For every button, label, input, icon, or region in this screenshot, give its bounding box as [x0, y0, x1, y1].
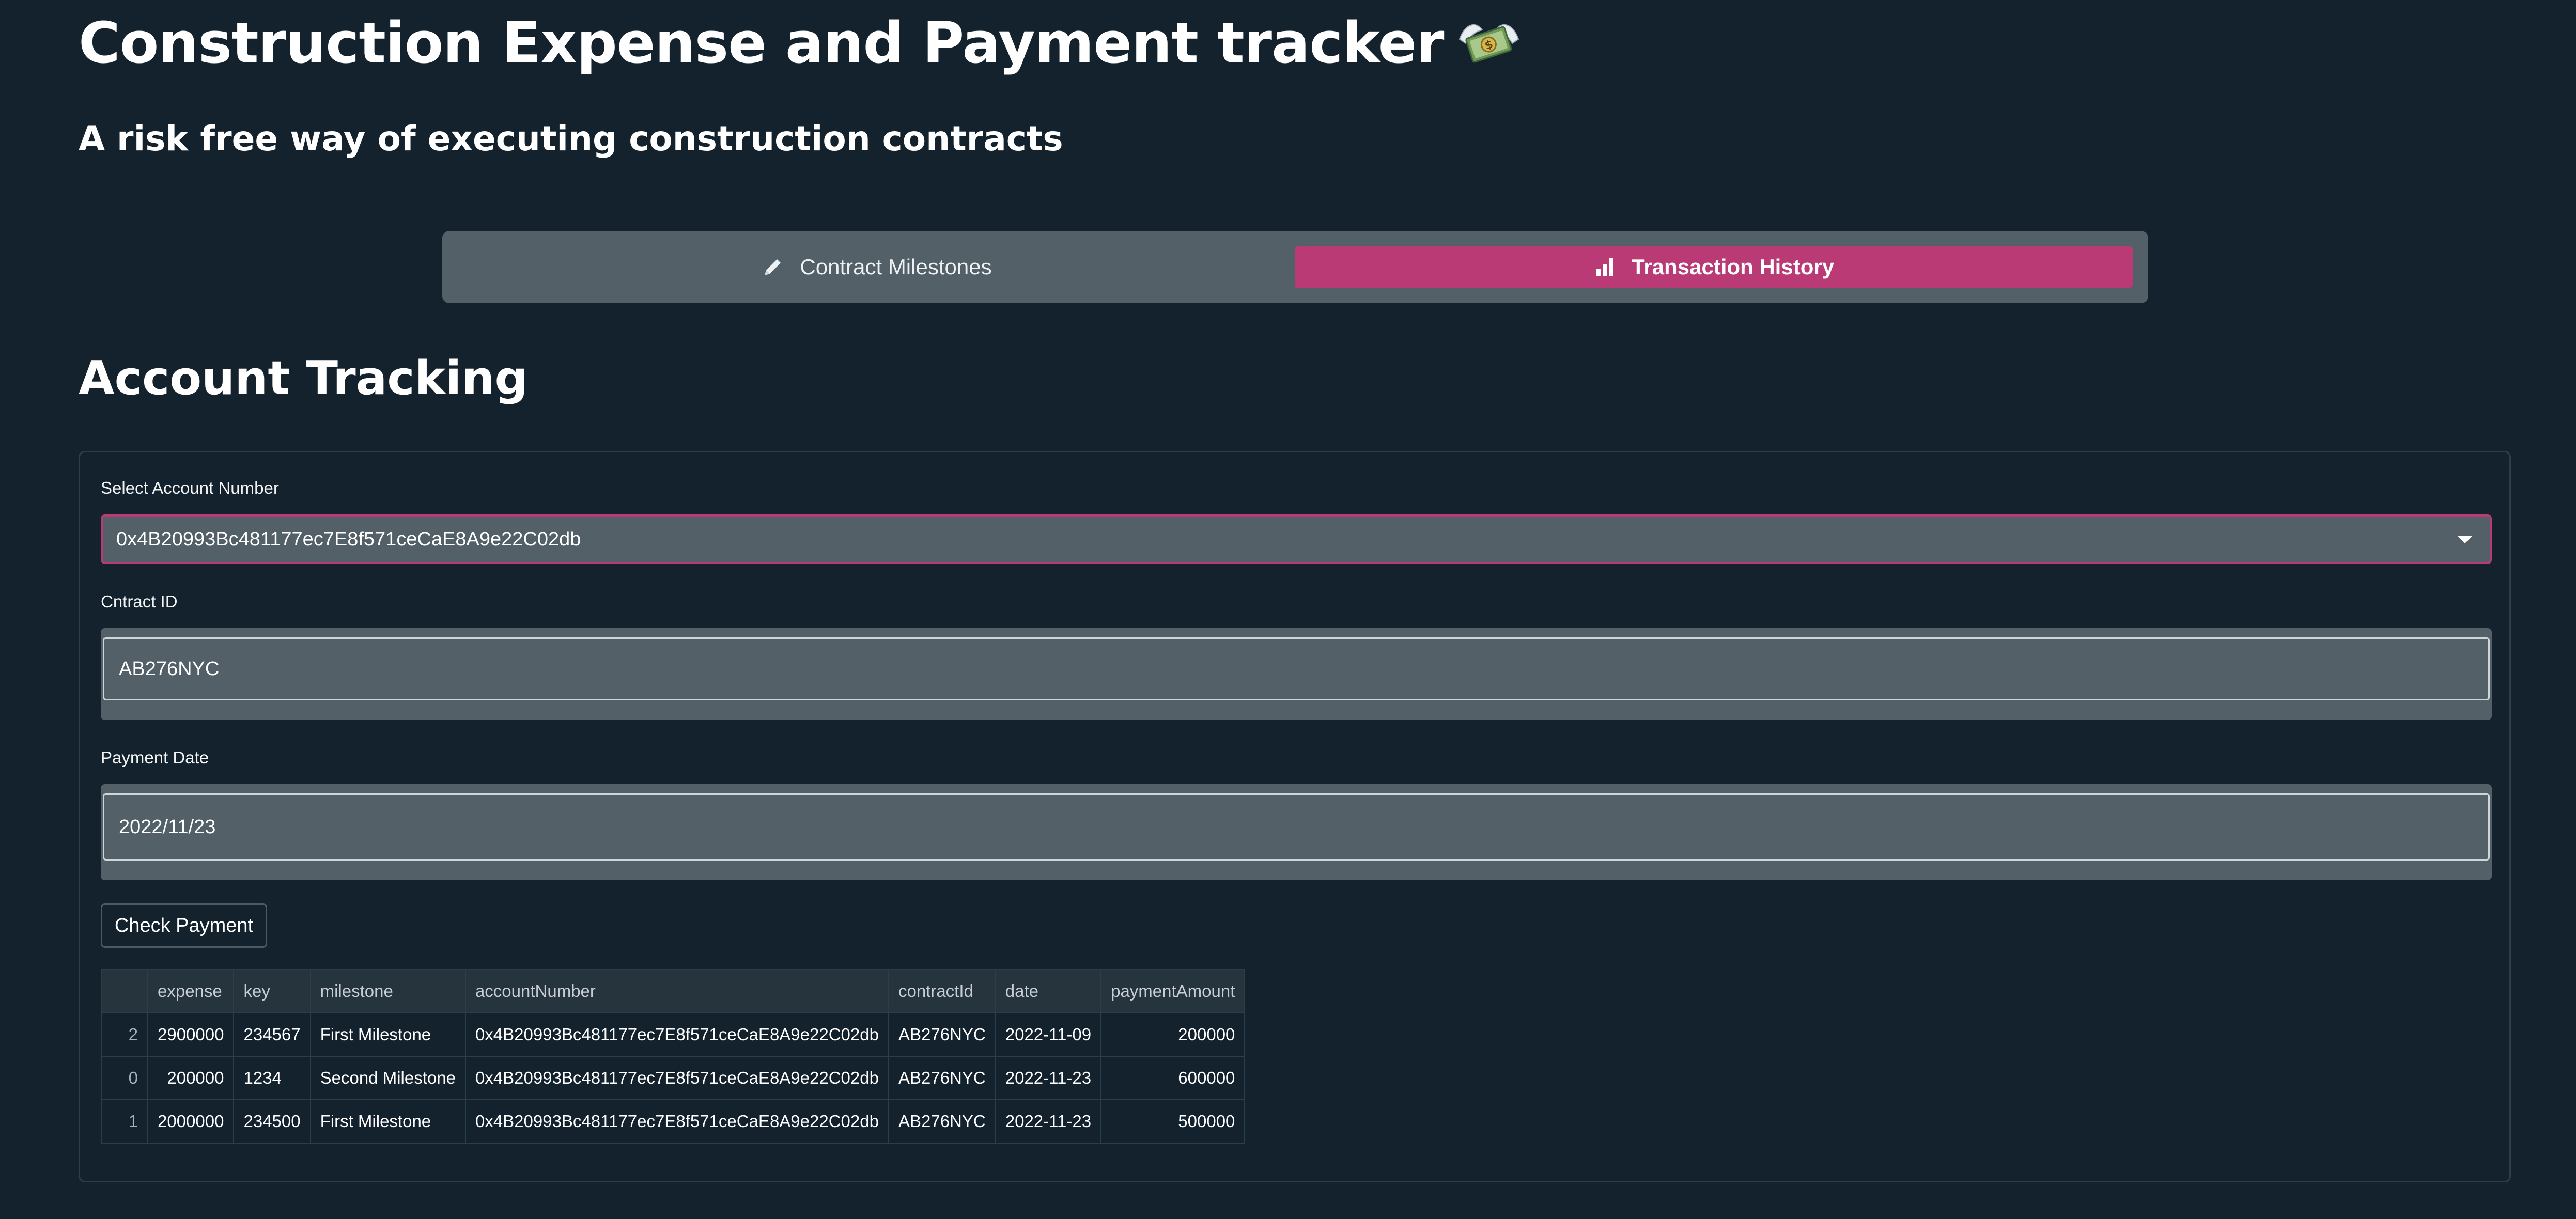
column-header-account-number[interactable]: accountNumber	[464, 969, 889, 1013]
key-cell: 234500	[233, 1099, 311, 1144]
column-header-payment-amount[interactable]: paymentAmount	[1100, 969, 1246, 1013]
payment-amount-cell: 500000	[1100, 1099, 1246, 1144]
payment-date-label: Payment Date	[101, 748, 209, 767]
table-row: 1 2000000 234500 First Milestone 0x4B209…	[101, 1099, 1246, 1144]
column-header-key[interactable]: key	[233, 969, 311, 1013]
page-title: Construction Expense and Payment tracker	[79, 10, 1445, 76]
column-header-index[interactable]	[101, 969, 148, 1013]
contract-id-input[interactable]	[103, 637, 2490, 700]
expense-cell: 2900000	[147, 1012, 235, 1057]
date-cell: 2022-11-23	[995, 1056, 1102, 1100]
contract-id-container	[101, 628, 2492, 720]
tab-label: Transaction History	[1631, 255, 1835, 279]
contract-id-cell: AB276NYC	[888, 1056, 996, 1100]
transactions-table: expense key milestone accountNumber cont…	[101, 969, 1246, 1144]
payment-amount-cell: 600000	[1100, 1056, 1246, 1100]
tab-bar: Contract Milestones Transaction History	[442, 231, 2148, 303]
tab-transaction-history[interactable]: Transaction History	[1295, 246, 2133, 288]
column-header-contract-id[interactable]: contractId	[888, 969, 996, 1013]
money-with-wings-icon: $	[1455, 9, 1523, 76]
tab-contract-milestones[interactable]: Contract Milestones	[459, 246, 1295, 288]
account-number-cell: 0x4B20993Bc481177ec7E8f571ceCaE8A9e22C02…	[464, 1012, 889, 1057]
row-index: 2	[101, 1012, 148, 1057]
pencil-icon	[762, 256, 784, 278]
contract-id-cell: AB276NYC	[888, 1012, 996, 1057]
page-header: Construction Expense and Payment tracker…	[79, 4, 1523, 82]
account-tracking-form: Select Account Number 0x4B20993Bc481177e…	[79, 451, 2511, 1182]
date-cell: 2022-11-23	[995, 1099, 1102, 1144]
tab-label: Contract Milestones	[800, 255, 992, 279]
payment-date-input[interactable]	[103, 793, 2490, 861]
table-row: 0 200000 1234 Second Milestone 0x4B20993…	[101, 1056, 1246, 1100]
expense-cell: 200000	[147, 1056, 235, 1100]
account-number-cell: 0x4B20993Bc481177ec7E8f571ceCaE8A9e22C02…	[464, 1056, 889, 1100]
check-payment-button[interactable]: Check Payment	[101, 903, 267, 948]
milestone-cell: First Milestone	[309, 1099, 466, 1144]
milestone-cell: Second Milestone	[309, 1056, 466, 1100]
account-number-label: Select Account Number	[101, 478, 279, 497]
account-number-value: 0x4B20993Bc481177ec7E8f571ceCaE8A9e22C02…	[116, 528, 581, 550]
chevron-down-icon	[2458, 536, 2472, 543]
account-number-select[interactable]: 0x4B20993Bc481177ec7E8f571ceCaE8A9e22C02…	[101, 514, 2492, 564]
row-index: 1	[101, 1099, 148, 1144]
row-index: 0	[101, 1056, 148, 1100]
payment-amount-cell: 200000	[1100, 1012, 1246, 1057]
contract-id-cell: AB276NYC	[888, 1099, 996, 1144]
expense-cell: 2000000	[147, 1099, 235, 1144]
column-header-expense[interactable]: expense	[147, 969, 235, 1013]
key-cell: 234567	[233, 1012, 311, 1057]
bar-chart-icon	[1593, 256, 1616, 278]
contract-id-label: Cntract ID	[101, 592, 178, 611]
table-row: 2 2900000 234567 First Milestone 0x4B209…	[101, 1012, 1246, 1057]
section-heading: Account Tracking	[79, 351, 528, 405]
key-cell: 1234	[233, 1056, 311, 1100]
page-subtitle: A risk free way of executing constructio…	[79, 119, 1063, 159]
account-number-cell: 0x4B20993Bc481177ec7E8f571ceCaE8A9e22C02…	[464, 1099, 889, 1144]
milestone-cell: First Milestone	[309, 1012, 466, 1057]
payment-date-container	[101, 784, 2492, 880]
table-header-row: expense key milestone accountNumber cont…	[101, 969, 1246, 1013]
column-header-date[interactable]: date	[995, 969, 1102, 1013]
date-cell: 2022-11-09	[995, 1012, 1102, 1057]
column-header-milestone[interactable]: milestone	[309, 969, 466, 1013]
